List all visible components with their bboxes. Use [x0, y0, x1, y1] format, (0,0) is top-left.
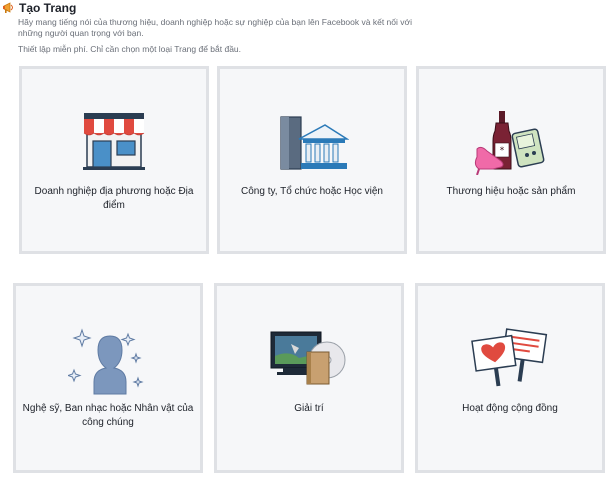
category-card-community[interactable]: Hoạt động cộng đồng: [415, 283, 605, 473]
category-card-entertainment[interactable]: Giải trí: [214, 283, 404, 473]
page-subtext: Thiết lập miễn phí. Chỉ cần chọn một loạ…: [18, 44, 242, 54]
community-signs-icon: [470, 324, 550, 393]
products-icon: *: [471, 109, 551, 180]
category-card-artist[interactable]: Nghệ sỹ, Ban nhạc hoặc Nhân vật của công…: [13, 283, 203, 473]
svg-text:*: *: [500, 146, 505, 156]
megaphone-icon: [2, 1, 16, 15]
category-card-company[interactable]: Công ty, Tổ chức hoặc Học viện: [217, 66, 407, 254]
category-label: Công ty, Tổ chức hoặc Học viện: [241, 186, 383, 197]
category-label: Doanh nghiệp địa phương hoặc Địa điểm: [34, 186, 194, 211]
category-card-local-business[interactable]: Doanh nghiệp địa phương hoặc Địa điểm: [19, 66, 209, 254]
category-label: Nghệ sỹ, Ban nhạc hoặc Nhân vật của công…: [22, 403, 194, 428]
office-buildings-icon: [275, 109, 350, 176]
category-label: Giải trí: [294, 403, 324, 414]
category-label: Hoạt động cộng đồng: [462, 403, 558, 414]
sparkle-person-icon: [66, 324, 148, 405]
category-card-brand[interactable]: * Thương hiệu hoặc sản phẩm: [416, 66, 606, 254]
category-label: Thương hiệu hoặc sản phẩm: [446, 186, 576, 197]
page-description: Hãy mang tiếng nói của thương hiệu, doan…: [18, 17, 412, 38]
page-title: Tạo Trang: [19, 1, 77, 15]
storefront-icon: [79, 109, 149, 176]
title-row: Tạo Trang: [2, 1, 76, 15]
tv-media-icon: [269, 324, 349, 393]
